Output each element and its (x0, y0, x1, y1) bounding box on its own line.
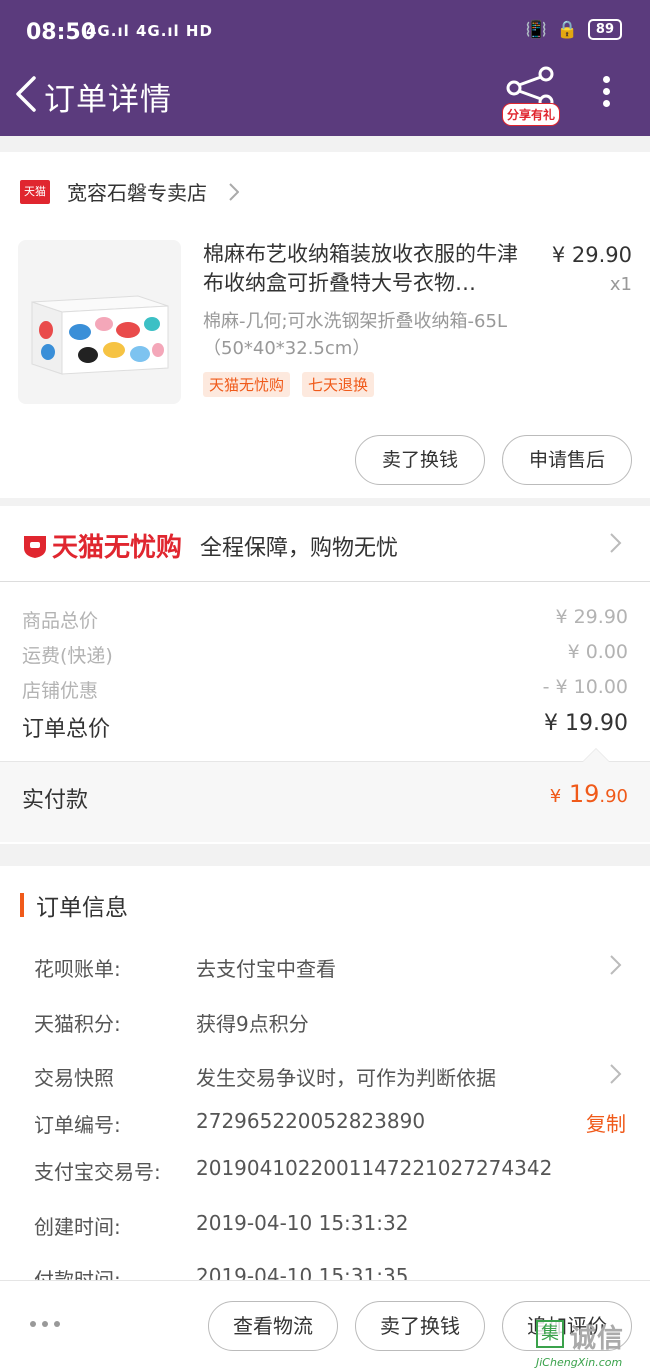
paid-amount: ¥ 19.90 (549, 780, 628, 808)
network-indicator: 4G.ıl 4G.ıl HD (86, 22, 213, 40)
status-icons: 📳 🔒 89 (526, 19, 622, 40)
order-info-header: 订单信息 (20, 888, 128, 922)
watermark-logo: 集 诚信 JiChengXin.com (534, 1318, 650, 1372)
chevron-right-icon (229, 182, 239, 201)
shop-name: 宽容石磐专卖店 (67, 181, 207, 205)
divider (0, 581, 650, 582)
product-tags: 天猫无忧购 七天退换 (203, 372, 375, 397)
price-row-shop-discount: 店铺优惠 - ¥ 10.00 (22, 676, 628, 702)
copy-order-number-button[interactable]: 复制 (586, 1108, 626, 1137)
share-reward-badge[interactable]: 分享有礼 (502, 103, 561, 126)
product-title[interactable]: 棉麻布艺收纳箱装放收衣服的牛津布收纳盒可折叠特大号衣物… (203, 240, 538, 298)
price-row-order-total: 订单总价 ¥ 19.90 (22, 711, 628, 742)
tmall-shield-icon (24, 535, 46, 558)
page-title: 订单详情 (44, 82, 172, 118)
chevron-right-icon (610, 955, 622, 975)
nav-bar: 订单详情 分享有礼 (0, 66, 650, 136)
vibrate-icon: 📳 (525, 19, 547, 40)
more-menu-icon[interactable] (598, 76, 614, 110)
watermark-text: 诚信 (570, 1324, 625, 1354)
guarantee-description: 全程保障，购物无忧 (200, 535, 399, 561)
price-row-shipping: 运费(快递) ¥ 0.00 (22, 641, 628, 667)
more-actions-icon[interactable] (30, 1321, 60, 1327)
paid-label: 实付款 (22, 788, 89, 813)
product-price: ¥ 29.90 (551, 243, 632, 267)
order-info-title: 订单信息 (36, 895, 128, 921)
section-accent-bar (20, 893, 24, 917)
battery-icon: 89 (587, 19, 622, 40)
chevron-right-icon (610, 533, 622, 553)
lock-icon: 🔒 (556, 19, 578, 40)
watermark-subtext: JiChengXin.com (536, 1356, 623, 1369)
after-sales-button[interactable]: 申请售后 (502, 435, 632, 485)
product-thumbnail[interactable] (18, 240, 181, 404)
product-sku: 棉麻-几何;可水洗钢架折叠收纳箱-65L（50*40*32.5cm） (203, 311, 507, 359)
resell-bottom-button[interactable]: 卖了换钱 (355, 1301, 485, 1351)
guarantee-row[interactable]: 天猫无忧购 全程保障，购物无忧 (22, 527, 398, 564)
view-logistics-button[interactable]: 查看物流 (208, 1301, 338, 1351)
tmall-guarantee-logo: 天猫无忧购 (22, 527, 182, 564)
price-row-goods-total: 商品总价 ¥ 29.90 (22, 606, 628, 632)
resell-button[interactable]: 卖了换钱 (355, 435, 485, 485)
tag-seven-day-return: 七天退换 (302, 372, 375, 397)
status-bar: 08:50 4G.ıl 4G.ıl HD 📳 🔒 89 (0, 0, 650, 66)
product-quantity: x1 (609, 274, 632, 295)
chevron-right-icon (610, 1064, 622, 1084)
back-icon[interactable] (10, 70, 42, 118)
watermark-icon: 集 (536, 1320, 564, 1348)
shop-link[interactable]: 天猫 宽容石磐专卖店 (20, 177, 239, 206)
tmall-logo-icon: 天猫 (20, 179, 50, 204)
storage-box-image (18, 240, 181, 404)
tag-worry-free: 天猫无忧购 (203, 372, 291, 397)
paid-amount-box: 实付款 ¥ 19.90 (0, 762, 650, 842)
